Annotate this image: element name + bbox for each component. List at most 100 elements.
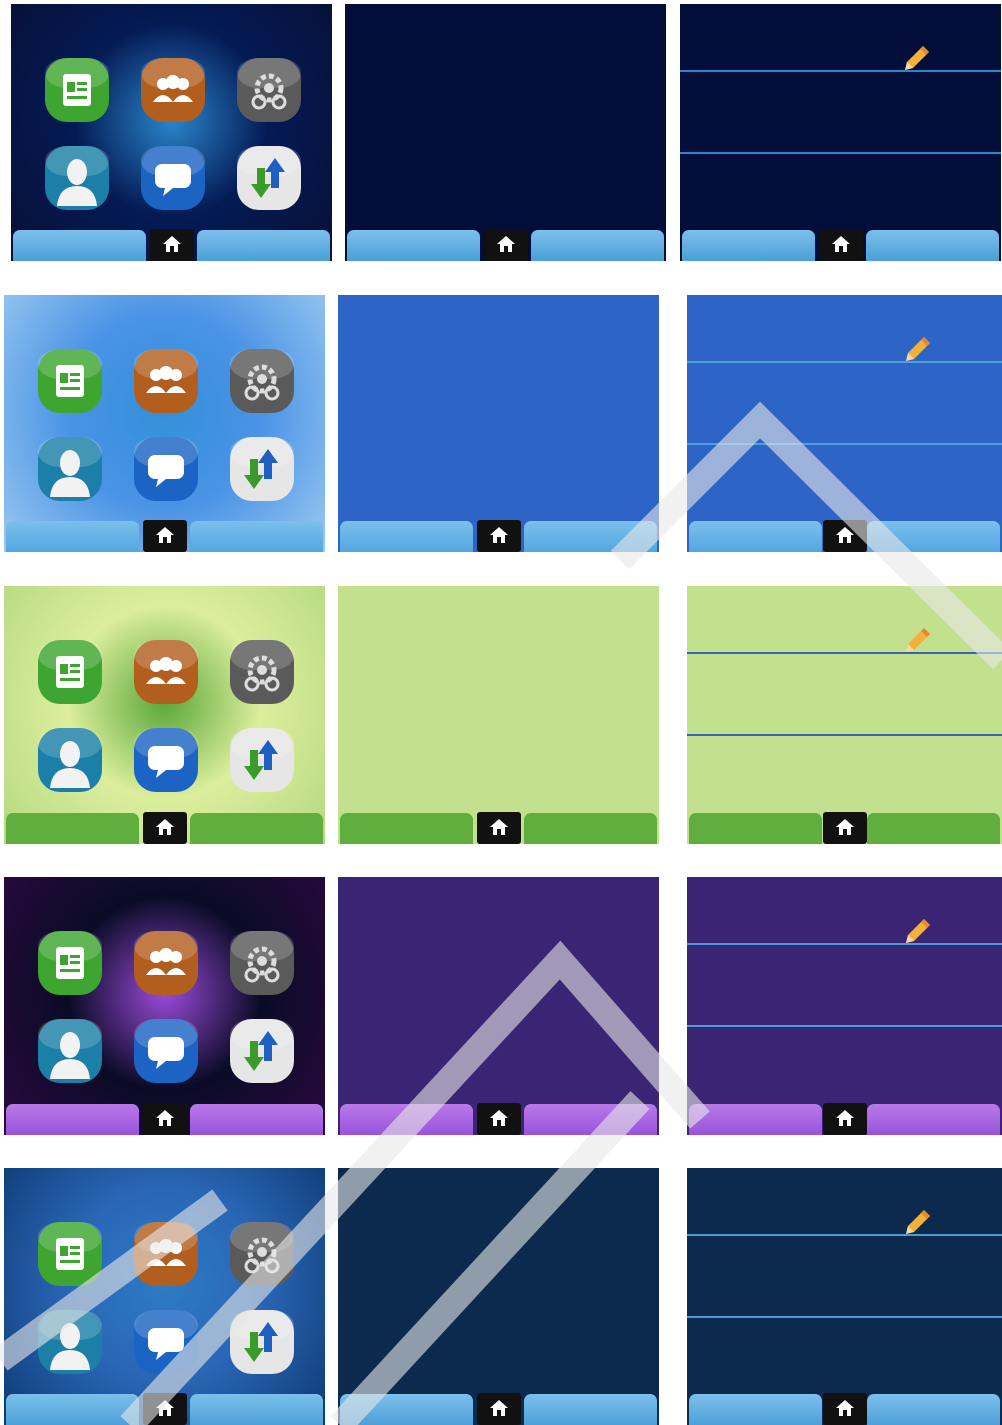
group-contacts-icon[interactable] (134, 931, 198, 995)
right-soft-button[interactable] (190, 1394, 323, 1425)
left-soft-button[interactable] (340, 1104, 473, 1135)
settings-gear-icon[interactable] (230, 931, 294, 995)
right-soft-button[interactable] (867, 813, 1000, 844)
contact-person-icon[interactable] (38, 1310, 102, 1374)
group-contacts-icon[interactable] (134, 1222, 198, 1286)
id-card-icon[interactable] (38, 931, 102, 995)
right-soft-button[interactable] (524, 813, 657, 844)
right-soft-button[interactable] (190, 813, 323, 844)
left-soft-button[interactable] (6, 521, 139, 552)
message-bubble-icon[interactable] (141, 146, 205, 210)
left-soft-button[interactable] (13, 230, 146, 261)
home-button[interactable] (476, 812, 521, 844)
left-soft-button[interactable] (347, 230, 480, 261)
home-button[interactable] (822, 520, 867, 552)
message-bubble-icon[interactable] (134, 1310, 198, 1374)
bottom-bar (338, 519, 659, 552)
pencil-icon[interactable] (900, 915, 934, 949)
home-icon (489, 527, 508, 543)
home-button[interactable] (822, 1393, 867, 1425)
message-bubble-icon[interactable] (134, 437, 198, 501)
left-soft-button[interactable] (682, 230, 815, 261)
left-soft-button[interactable] (6, 1104, 139, 1135)
home-icon (835, 1400, 854, 1416)
sync-arrows-icon[interactable] (230, 1310, 294, 1374)
right-soft-button[interactable] (531, 230, 664, 261)
divider-line (680, 152, 1001, 154)
contact-person-icon[interactable] (38, 437, 102, 501)
home-button[interactable] (149, 229, 194, 261)
left-soft-button[interactable] (689, 1394, 822, 1425)
left-soft-button[interactable] (6, 1394, 139, 1425)
home-icon (489, 1400, 508, 1416)
right-soft-button[interactable] (524, 1394, 657, 1425)
id-card-icon[interactable] (45, 58, 109, 122)
right-soft-button[interactable] (867, 1104, 1000, 1135)
pencil-icon[interactable] (900, 1206, 934, 1240)
message-bubble-icon[interactable] (134, 728, 198, 792)
left-soft-button[interactable] (340, 813, 473, 844)
id-card-icon[interactable] (38, 349, 102, 413)
divider-line (687, 1316, 1002, 1318)
settings-gear-icon[interactable] (237, 58, 301, 122)
bottom-bar (338, 1392, 659, 1425)
divider-line (687, 443, 1002, 445)
edit-screen-preview (687, 1168, 1002, 1425)
pencil-icon[interactable] (900, 624, 934, 658)
sync-arrows-icon[interactable] (230, 1019, 294, 1083)
divider-line (687, 1025, 1002, 1027)
home-screen-preview (4, 586, 325, 844)
bottom-bar (4, 519, 325, 552)
left-soft-button[interactable] (689, 521, 822, 552)
home-button[interactable] (483, 229, 528, 261)
left-soft-button[interactable] (340, 521, 473, 552)
right-soft-button[interactable] (524, 521, 657, 552)
home-button[interactable] (142, 1393, 187, 1425)
sync-arrows-icon[interactable] (237, 146, 301, 210)
blank-screen-preview (338, 586, 659, 844)
edit-screen-preview (687, 295, 1002, 552)
right-soft-button[interactable] (866, 230, 999, 261)
settings-gear-icon[interactable] (230, 1222, 294, 1286)
right-soft-button[interactable] (867, 1394, 1000, 1425)
right-soft-button[interactable] (190, 521, 323, 552)
left-soft-button[interactable] (6, 813, 139, 844)
home-button[interactable] (476, 1393, 521, 1425)
pencil-icon[interactable] (899, 42, 933, 76)
contact-person-icon[interactable] (45, 146, 109, 210)
home-icon (835, 1110, 854, 1126)
sync-arrows-icon[interactable] (230, 728, 294, 792)
home-icon (496, 236, 515, 252)
home-button[interactable] (142, 1103, 187, 1135)
home-icon (155, 1400, 174, 1416)
right-soft-button[interactable] (867, 521, 1000, 552)
pencil-icon[interactable] (900, 333, 934, 367)
settings-gear-icon[interactable] (230, 640, 294, 704)
home-button[interactable] (476, 1103, 521, 1135)
group-contacts-icon[interactable] (134, 349, 198, 413)
message-bubble-icon[interactable] (134, 1019, 198, 1083)
group-contacts-icon[interactable] (141, 58, 205, 122)
bottom-bar (338, 811, 659, 844)
home-button[interactable] (818, 229, 863, 261)
id-card-icon[interactable] (38, 1222, 102, 1286)
id-card-icon[interactable] (38, 640, 102, 704)
home-button[interactable] (822, 812, 867, 844)
right-soft-button[interactable] (197, 230, 330, 261)
home-button[interactable] (142, 520, 187, 552)
group-contacts-icon[interactable] (134, 640, 198, 704)
right-soft-button[interactable] (524, 1104, 657, 1135)
home-button[interactable] (822, 1103, 867, 1135)
bottom-bar (687, 519, 1002, 552)
home-button[interactable] (476, 520, 521, 552)
left-soft-button[interactable] (689, 1104, 822, 1135)
sync-arrows-icon[interactable] (230, 437, 294, 501)
settings-gear-icon[interactable] (230, 349, 294, 413)
home-icon (155, 527, 174, 543)
right-soft-button[interactable] (190, 1104, 323, 1135)
contact-person-icon[interactable] (38, 728, 102, 792)
left-soft-button[interactable] (689, 813, 822, 844)
left-soft-button[interactable] (340, 1394, 473, 1425)
contact-person-icon[interactable] (38, 1019, 102, 1083)
home-button[interactable] (142, 812, 187, 844)
